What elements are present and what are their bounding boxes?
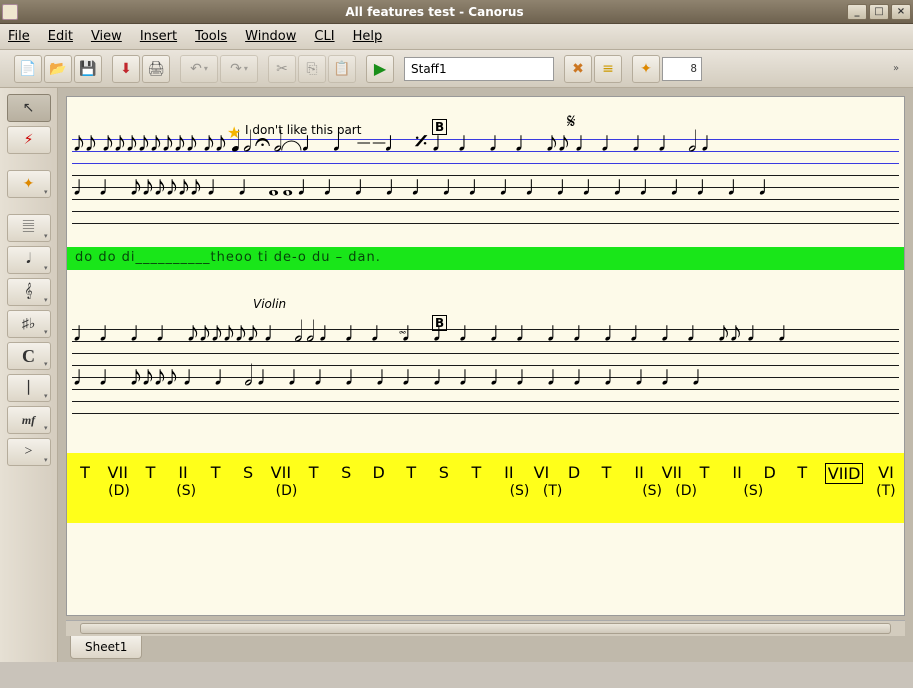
note-tool[interactable]: 𝅘𝅥▾ xyxy=(7,246,51,274)
copy-button[interactable]: ⎘ xyxy=(298,55,326,83)
lyrics-track[interactable]: do do di__________theoo ti de-o du – dan… xyxy=(67,247,904,270)
save-button[interactable]: 💾 xyxy=(74,55,102,83)
close-button[interactable]: × xyxy=(891,4,911,20)
voice-number-spinner[interactable] xyxy=(662,57,702,81)
trill-mark[interactable]: 𝆗 xyxy=(399,323,406,339)
play-button[interactable]: ▶ xyxy=(366,55,394,83)
paste-button[interactable]: 📋 xyxy=(328,55,356,83)
annotation-dont-like[interactable]: I don't like this part xyxy=(245,123,361,137)
clef-tool[interactable]: 𝄞▾ xyxy=(7,278,51,306)
menubar: File Edit View Insert Tools Window CLI H… xyxy=(0,24,913,50)
horizontal-scrollbar[interactable] xyxy=(66,620,905,636)
export-pdf-button[interactable]: ⬇ xyxy=(112,55,140,83)
timesig-tool[interactable]: C▾ xyxy=(7,342,51,370)
insert-context-button[interactable]: ✦▾ xyxy=(7,170,51,198)
remove-voice-button[interactable]: ✖ xyxy=(564,55,592,83)
function-track[interactable]: TVIITIITSVIITSDTSTIIVIDTIIVIITIIDTVIIDVI… xyxy=(67,453,904,523)
maximize-button[interactable]: □ xyxy=(869,4,889,20)
voice-props-button[interactable]: ≡ xyxy=(594,55,622,83)
menu-file[interactable]: File xyxy=(8,29,30,44)
new-voice-button[interactable]: ✦ xyxy=(632,55,660,83)
function-row-sub: (D)(S)(D)(S)(T)(S)(D)(S)(T) xyxy=(75,483,896,499)
toolbar-overflow[interactable]: » xyxy=(893,63,907,74)
breath-mark-1[interactable]: B xyxy=(432,119,447,135)
menu-tools[interactable]: Tools xyxy=(195,29,227,44)
titlebar: All features test - Canorus _ □ × xyxy=(0,0,913,24)
main-toolbar: 📄 📂 💾 ⬇ 🖨 ↶▾ ↷▾ ✂ ⎘ 📋 ▶ ✖ ≡ ✦ » xyxy=(0,50,913,88)
scrollbar-thumb[interactable] xyxy=(80,623,891,634)
segno-mark[interactable]: 𝄋 xyxy=(567,111,576,134)
function-row-main: TVIITIITSVIITSDTSTIIVIDTIIVIITIIDTVIIDVI xyxy=(75,463,896,484)
edit-tool[interactable]: ⚡ xyxy=(7,126,51,154)
menu-edit[interactable]: Edit xyxy=(48,29,73,44)
annotation-violin[interactable]: Violin xyxy=(253,297,286,311)
score-wrapper: ♪♪ ♪♪♪♪♪♪♪♪ ♪♪ 𝅘𝅥 𝅗𝅥 𝄐 𝅗𝅥⌒♩ ♩╌♩ 𝄎 ♩♩ ♩♩ … xyxy=(58,88,913,662)
undo-button[interactable]: ↶▾ xyxy=(180,55,218,83)
breath-mark-2[interactable]: B xyxy=(432,315,447,331)
hairpin-tool[interactable]: >▾ xyxy=(7,438,51,466)
sheet-tabs: Sheet1 xyxy=(66,636,905,662)
accidental-tool[interactable]: ♯♭▾ xyxy=(7,310,51,338)
dynamic-tool[interactable]: mf▾ xyxy=(7,406,51,434)
menu-cli[interactable]: CLI xyxy=(314,29,334,44)
menu-help[interactable]: Help xyxy=(353,29,383,44)
bookmark-star-icon[interactable]: ★ xyxy=(227,123,241,142)
select-tool[interactable]: ↖ xyxy=(7,94,51,122)
window-title: All features test - Canorus xyxy=(24,5,845,19)
side-toolbar: ↖ ⚡ ✦▾ 𝄚▾ 𝅘𝅥▾ 𝄞▾ ♯♭▾ C▾ 𝄀▾ mf▾ >▾ xyxy=(0,88,58,662)
new-button[interactable]: 📄 xyxy=(14,55,42,83)
open-button[interactable]: 📂 xyxy=(44,55,72,83)
redo-button[interactable]: ↷▾ xyxy=(220,55,258,83)
staff-tool[interactable]: 𝄚▾ xyxy=(7,214,51,242)
barline-tool[interactable]: 𝄀▾ xyxy=(7,374,51,402)
score-canvas[interactable]: ♪♪ ♪♪♪♪♪♪♪♪ ♪♪ 𝅘𝅥 𝅗𝅥 𝄐 𝅗𝅥⌒♩ ♩╌♩ 𝄎 ♩♩ ♩♩ … xyxy=(66,96,905,616)
tab-sheet1[interactable]: Sheet1 xyxy=(70,636,142,659)
menu-window[interactable]: Window xyxy=(245,29,296,44)
minimize-button[interactable]: _ xyxy=(847,4,867,20)
menu-insert[interactable]: Insert xyxy=(140,29,177,44)
staff-name-input[interactable] xyxy=(404,57,554,81)
cut-button[interactable]: ✂ xyxy=(268,55,296,83)
menu-view[interactable]: View xyxy=(91,29,122,44)
print-button[interactable]: 🖨 xyxy=(142,55,170,83)
app-icon xyxy=(2,4,18,20)
